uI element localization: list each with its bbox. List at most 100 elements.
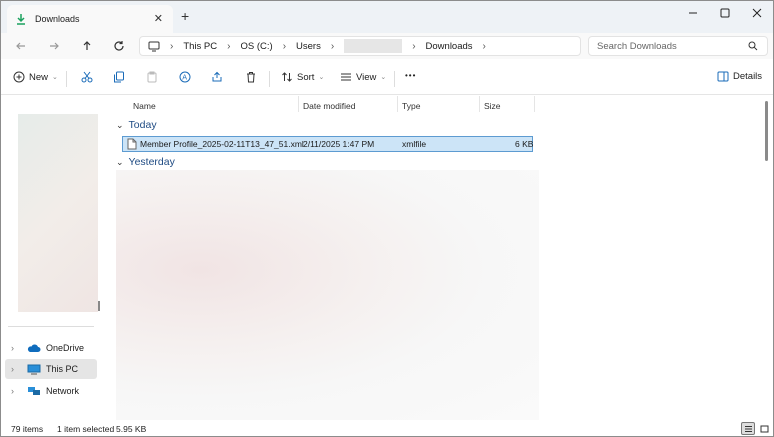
column-divider[interactable] bbox=[534, 96, 535, 112]
content-scrollbar[interactable] bbox=[765, 101, 768, 161]
sidebar-item-onedrive[interactable]: › OneDrive bbox=[5, 338, 97, 358]
column-header-name[interactable]: Name bbox=[133, 98, 156, 114]
search-box[interactable]: Search Downloads bbox=[588, 36, 768, 56]
column-header-size[interactable]: Size bbox=[484, 98, 501, 114]
view-button[interactable]: View ⌄ bbox=[340, 71, 386, 83]
breadcrumb-redacted-user[interactable] bbox=[344, 39, 403, 53]
sidebar-item-label: Network bbox=[46, 386, 80, 396]
chevron-right-icon[interactable]: › bbox=[11, 343, 21, 353]
sidebar-scrollbar[interactable] bbox=[98, 301, 100, 311]
monitor-icon bbox=[148, 41, 160, 51]
breadcrumb-os-c[interactable]: OS (C:) bbox=[240, 41, 272, 52]
navigation-row: › This PC › OS (C:) › Users › › Download… bbox=[1, 33, 773, 59]
share-icon bbox=[212, 71, 222, 82]
column-divider[interactable] bbox=[479, 96, 480, 112]
chevron-right-icon[interactable]: › bbox=[11, 386, 21, 396]
column-divider[interactable] bbox=[298, 96, 299, 112]
group-header-today[interactable]: ⌄ Today bbox=[116, 119, 157, 131]
chevron-right-icon: › bbox=[227, 40, 231, 52]
column-divider[interactable] bbox=[397, 96, 398, 112]
rename-icon: A bbox=[179, 71, 191, 83]
chevron-right-icon: › bbox=[412, 40, 416, 52]
plus-circle-icon bbox=[13, 71, 25, 83]
arrow-right-icon bbox=[50, 42, 59, 50]
column-header-date[interactable]: Date modified bbox=[303, 98, 355, 114]
tiles-view-button[interactable] bbox=[757, 422, 771, 435]
cut-button[interactable] bbox=[81, 71, 97, 83]
search-placeholder: Search Downloads bbox=[597, 40, 677, 52]
refresh-button[interactable] bbox=[111, 38, 127, 54]
sort-button-label: Sort bbox=[297, 71, 315, 83]
group-header-yesterday[interactable]: ⌄ Yesterday bbox=[116, 156, 175, 168]
file-date: 2/11/2025 1:47 PM bbox=[303, 139, 375, 149]
chevron-down-icon: ⌄ bbox=[318, 74, 325, 81]
address-bar[interactable]: › This PC › OS (C:) › Users › › Download… bbox=[139, 36, 581, 56]
close-tab-button[interactable]: ✕ bbox=[154, 12, 163, 25]
download-icon bbox=[17, 14, 25, 25]
file-size: 6 KB bbox=[515, 139, 534, 149]
maximize-button[interactable] bbox=[709, 1, 741, 25]
navigation-pane: › OneDrive › This PC › Network bbox=[1, 96, 101, 420]
minimize-button[interactable] bbox=[677, 1, 709, 25]
toolbar-divider bbox=[66, 71, 67, 87]
delete-button[interactable] bbox=[245, 71, 261, 83]
copy-icon bbox=[114, 71, 124, 83]
selection-count: 1 item selected bbox=[57, 424, 115, 434]
table-row[interactable]: Member Profile_2025-02-11T13_47_51.xml 2… bbox=[122, 136, 533, 152]
toolbar-divider bbox=[269, 71, 270, 87]
status-bar: 79 items 1 item selected 5.95 KB bbox=[1, 420, 773, 436]
column-header-type[interactable]: Type bbox=[402, 98, 420, 114]
chevron-right-icon: › bbox=[282, 40, 287, 52]
computer-icon bbox=[27, 364, 43, 375]
chevron-right-icon: › bbox=[482, 40, 486, 52]
back-button[interactable] bbox=[13, 38, 29, 54]
trash-icon bbox=[247, 72, 255, 83]
selection-size: 5.95 KB bbox=[116, 424, 147, 434]
item-count: 79 items bbox=[11, 424, 44, 434]
tab-downloads[interactable]: Downloads ✕ bbox=[7, 5, 173, 33]
sidebar-item-this-pc[interactable]: › This PC bbox=[5, 359, 97, 379]
rename-button[interactable]: A bbox=[179, 71, 195, 83]
breadcrumb-users[interactable]: Users bbox=[296, 41, 321, 52]
details-view-icon bbox=[744, 425, 752, 432]
paste-button[interactable] bbox=[146, 71, 162, 83]
tiles-view-icon bbox=[760, 425, 768, 432]
sort-button[interactable]: Sort ⌄ bbox=[281, 71, 324, 83]
breadcrumb-downloads[interactable]: Downloads bbox=[426, 41, 473, 52]
chevron-right-icon[interactable]: › bbox=[11, 364, 21, 374]
details-button-label: Details bbox=[733, 71, 763, 82]
search-icon bbox=[748, 41, 758, 51]
new-button[interactable]: New ⌄ bbox=[13, 71, 58, 83]
new-button-label: New bbox=[29, 71, 49, 83]
copy-button[interactable] bbox=[113, 71, 129, 83]
breadcrumb-this-pc[interactable]: This PC bbox=[183, 41, 217, 52]
details-view-button[interactable] bbox=[741, 422, 755, 435]
forward-button[interactable] bbox=[46, 38, 62, 54]
sidebar-divider bbox=[8, 326, 94, 327]
group-label: Yesterday bbox=[128, 156, 175, 168]
up-button[interactable] bbox=[79, 38, 95, 54]
arrow-up-icon bbox=[83, 41, 91, 50]
command-bar: New ⌄ A Sort ⌄ View ⌄ ••• Details bbox=[1, 63, 773, 95]
blurred-file-list bbox=[116, 170, 539, 420]
view-button-label: View bbox=[356, 71, 377, 83]
maximize-icon bbox=[720, 8, 730, 18]
chevron-down-icon: ⌄ bbox=[52, 74, 58, 81]
chevron-down-icon: ⌄ bbox=[116, 156, 124, 167]
paste-icon bbox=[147, 71, 157, 83]
blurred-quick-access bbox=[18, 114, 98, 312]
sidebar-item-label: This PC bbox=[46, 364, 79, 374]
title-bar: Downloads ✕ + bbox=[1, 1, 773, 33]
chevron-down-icon: ⌄ bbox=[380, 74, 387, 81]
refresh-icon bbox=[114, 41, 124, 51]
file-type: xmlfile bbox=[402, 139, 427, 149]
file-explorer-window: Downloads ✕ + › This PC › OS (C:) › User… bbox=[0, 0, 774, 437]
more-options-button[interactable]: ••• bbox=[405, 71, 416, 80]
sidebar-item-label: OneDrive bbox=[46, 343, 85, 353]
sidebar-item-network[interactable]: › Network bbox=[5, 381, 97, 401]
close-window-button[interactable] bbox=[741, 1, 773, 25]
details-button[interactable]: Details bbox=[717, 71, 762, 82]
share-button[interactable] bbox=[211, 71, 227, 83]
new-tab-button[interactable]: + bbox=[181, 9, 189, 23]
file-icon bbox=[127, 138, 137, 150]
